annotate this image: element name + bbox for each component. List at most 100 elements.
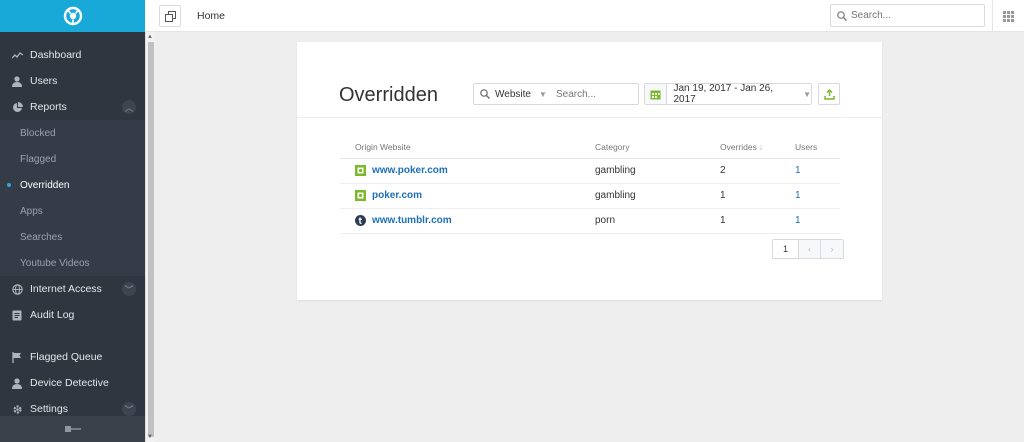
document-icon bbox=[11, 309, 23, 321]
search-icon bbox=[480, 89, 490, 99]
sidebar-item-audit-log[interactable]: Audit Log bbox=[0, 302, 145, 328]
apps-menu-button[interactable] bbox=[992, 0, 1024, 32]
site-link[interactable]: poker.com bbox=[372, 190, 422, 201]
date-range-value: Jan 19, 2017 - Jan 26, 2017 bbox=[673, 83, 774, 105]
sidebar-item-flagged[interactable]: Flagged bbox=[0, 146, 145, 172]
pie-chart-icon bbox=[11, 101, 23, 113]
category-cell: porn bbox=[595, 208, 720, 234]
sidebar-item-dashboard[interactable]: Dashboard bbox=[0, 42, 145, 68]
chevron-down-icon[interactable]: ﹀ bbox=[122, 402, 136, 416]
table-row: www.tumblr.com porn 1 1 bbox=[340, 208, 840, 234]
sidebar-item-apps[interactable]: Apps bbox=[0, 198, 145, 224]
sidebar-item-label: Settings bbox=[30, 403, 68, 415]
grid-icon bbox=[1003, 10, 1014, 22]
sidebar-item-label: Youtube Videos bbox=[20, 257, 90, 269]
sidebar-item-label: Dashboard bbox=[30, 49, 82, 61]
app-logo[interactable] bbox=[0, 0, 145, 32]
sidebar-item-label: Overridden bbox=[20, 179, 70, 191]
overrides-cell: 1 bbox=[720, 183, 795, 209]
users-cell[interactable]: 1 bbox=[795, 183, 840, 209]
table-row: www.poker.com gambling 2 1 bbox=[340, 158, 840, 184]
sidebar-item-reports[interactable]: Reports ︿ bbox=[0, 94, 145, 120]
sidebar-item-label: Reports bbox=[30, 101, 67, 113]
sidebar-item-label: Apps bbox=[20, 205, 43, 217]
date-range-picker[interactable]: Jan 19, 2017 - Jan 26, 2017 ▼ bbox=[644, 83, 812, 105]
sidebar-item-device-detective[interactable]: Device Detective bbox=[0, 370, 145, 396]
logo-icon bbox=[63, 6, 82, 26]
user-icon bbox=[11, 377, 23, 389]
filter-type-label: Website bbox=[495, 88, 531, 100]
table-header-row: Origin Website Category Overrides ↓ Users bbox=[340, 137, 840, 159]
collapse-icon bbox=[64, 426, 81, 432]
export-button[interactable] bbox=[818, 83, 840, 105]
user-icon bbox=[11, 75, 23, 87]
page-title: Overridden bbox=[339, 84, 438, 106]
column-origin-website[interactable]: Origin Website bbox=[340, 137, 595, 159]
sidebar-item-label: Flagged bbox=[20, 153, 57, 165]
overrides-cell: 1 bbox=[720, 208, 795, 234]
search-input[interactable] bbox=[851, 10, 971, 21]
export-icon bbox=[823, 88, 835, 100]
calendar-icon bbox=[645, 84, 667, 104]
poker-favicon-icon bbox=[355, 190, 366, 201]
chevron-left-icon[interactable]: ‹ bbox=[799, 240, 821, 258]
sidebar-item-label: Users bbox=[30, 75, 58, 87]
column-overrides[interactable]: Overrides ↓ bbox=[720, 137, 795, 159]
flag-icon bbox=[11, 351, 23, 363]
toggle-window-button[interactable] bbox=[159, 5, 181, 27]
table-row: poker.com gambling 1 1 bbox=[340, 183, 840, 209]
page-number[interactable]: 1 bbox=[773, 240, 799, 258]
site-link[interactable]: www.tumblr.com bbox=[372, 215, 452, 226]
sidebar: Dashboard Users Reports ︿ Blocked Flagge… bbox=[0, 0, 145, 442]
sidebar-item-searches[interactable]: Searches bbox=[0, 224, 145, 250]
sidebar-item-blocked[interactable]: Blocked bbox=[0, 120, 145, 146]
site-link[interactable]: www.poker.com bbox=[372, 165, 448, 176]
overrides-cell: 2 bbox=[720, 158, 795, 184]
filter-type-select[interactable]: Website ▼ bbox=[473, 83, 551, 105]
scroll-thumb[interactable] bbox=[148, 42, 154, 437]
users-cell[interactable]: 1 bbox=[795, 208, 840, 234]
sidebar-nav: Dashboard Users Reports ︿ Blocked Flagge… bbox=[0, 32, 145, 422]
breadcrumb[interactable]: Home bbox=[197, 10, 225, 22]
scroll-down-icon[interactable]: ▼ bbox=[147, 434, 153, 440]
sidebar-item-label: Flagged Queue bbox=[30, 351, 103, 363]
caret-down-icon: ▼ bbox=[538, 89, 547, 99]
sidebar-item-label: Blocked bbox=[20, 127, 56, 139]
overrides-table: Origin Website Category Overrides ↓ Users… bbox=[340, 137, 840, 234]
column-overrides-label: Overrides bbox=[720, 142, 757, 153]
column-users[interactable]: Users bbox=[795, 137, 840, 159]
gear-icon bbox=[11, 403, 23, 415]
poker-favicon-icon bbox=[355, 165, 366, 176]
sort-down-icon: ↓ bbox=[758, 142, 764, 153]
sidebar-item-label: Audit Log bbox=[30, 309, 75, 321]
pagination: 1 ‹ › bbox=[772, 239, 844, 259]
globe-icon bbox=[11, 283, 23, 295]
sidebar-item-youtube-videos[interactable]: Youtube Videos bbox=[0, 250, 145, 276]
category-cell: gambling bbox=[595, 183, 720, 209]
scroll-up-icon[interactable]: ▲ bbox=[147, 34, 153, 40]
global-search[interactable] bbox=[830, 4, 985, 27]
windows-icon bbox=[164, 10, 176, 22]
sidebar-item-overridden[interactable]: Overridden bbox=[0, 172, 145, 198]
users-cell[interactable]: 1 bbox=[795, 158, 840, 184]
caret-down-icon: ▼ bbox=[803, 89, 811, 99]
sidebar-item-label: Searches bbox=[20, 231, 63, 243]
activity-icon bbox=[11, 49, 23, 61]
filter-search-input[interactable] bbox=[550, 83, 639, 105]
chevron-down-icon[interactable]: ﹀ bbox=[122, 282, 136, 296]
sidebar-scrollbar[interactable]: ▲ ▼ bbox=[145, 32, 155, 442]
sidebar-item-internet-access[interactable]: Internet Access ﹀ bbox=[0, 276, 145, 302]
search-icon bbox=[837, 10, 847, 21]
sidebar-item-label: Device Detective bbox=[30, 377, 109, 389]
sidebar-item-label: Internet Access bbox=[30, 283, 102, 295]
chevron-up-icon[interactable]: ︿ bbox=[122, 100, 136, 114]
column-category[interactable]: Category bbox=[595, 137, 720, 159]
sidebar-item-flagged-queue[interactable]: Flagged Queue bbox=[0, 344, 145, 370]
sidebar-collapse-toggle[interactable] bbox=[0, 416, 145, 442]
report-card: Overridden Website ▼ Jan 19, 2017 - Jan … bbox=[297, 42, 882, 300]
tumblr-favicon-icon bbox=[355, 215, 366, 226]
sidebar-item-users[interactable]: Users bbox=[0, 68, 145, 94]
chevron-right-icon[interactable]: › bbox=[821, 240, 843, 258]
topbar: Home bbox=[145, 0, 1024, 32]
category-cell: gambling bbox=[595, 158, 720, 184]
